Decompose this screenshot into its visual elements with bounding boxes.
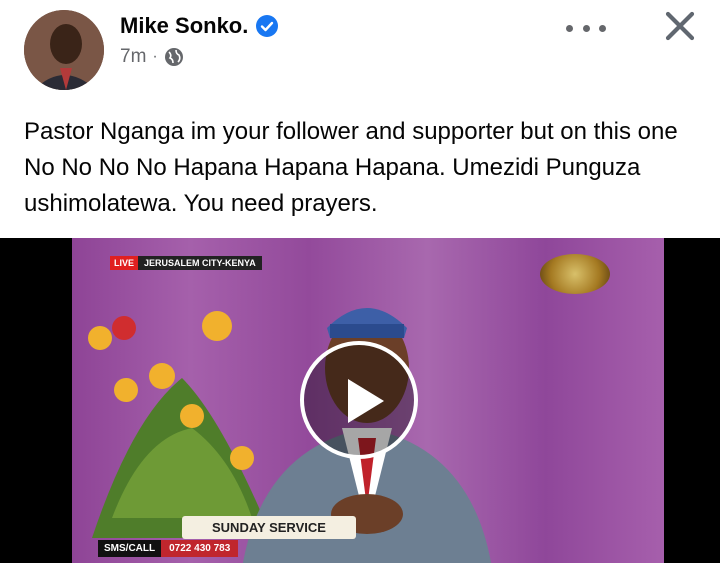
globe-icon [164, 48, 183, 66]
sms-number: 0722 430 783 [161, 540, 239, 557]
more-dot-icon [582, 24, 590, 32]
post-text: Pastor Nganga im your follower and suppo… [24, 118, 678, 217]
more-dot-icon [599, 24, 606, 32]
verified-badge-icon [256, 15, 279, 37]
more-options-button[interactable] [566, 18, 606, 38]
channel-logo [540, 254, 610, 294]
post-header: Mike Sonko. 7m · [0, 0, 720, 100]
service-title: SUNDAY SERVICE [182, 516, 356, 539]
contact-banner: SMS/CALL 0722 430 783 [98, 540, 239, 557]
play-button[interactable] [300, 341, 418, 459]
more-dot-icon [566, 24, 573, 32]
live-banner: LIVE JERUSALEM CITY-KENYA [110, 256, 262, 270]
author-avatar[interactable] [24, 10, 104, 90]
live-location: JERUSALEM CITY-KENYA [138, 256, 262, 270]
live-tag: LIVE [110, 256, 139, 270]
post-timestamp[interactable]: 7m [120, 46, 146, 68]
meta-separator: · [152, 48, 158, 65]
author-name[interactable]: Mike Sonko. [120, 13, 248, 39]
video-player[interactable]: LIVE JERUSALEM CITY-KENYA SUNDAY SERVICE [0, 238, 720, 563]
close-icon[interactable] [660, 6, 700, 46]
sms-label: SMS/CALL [98, 540, 162, 557]
